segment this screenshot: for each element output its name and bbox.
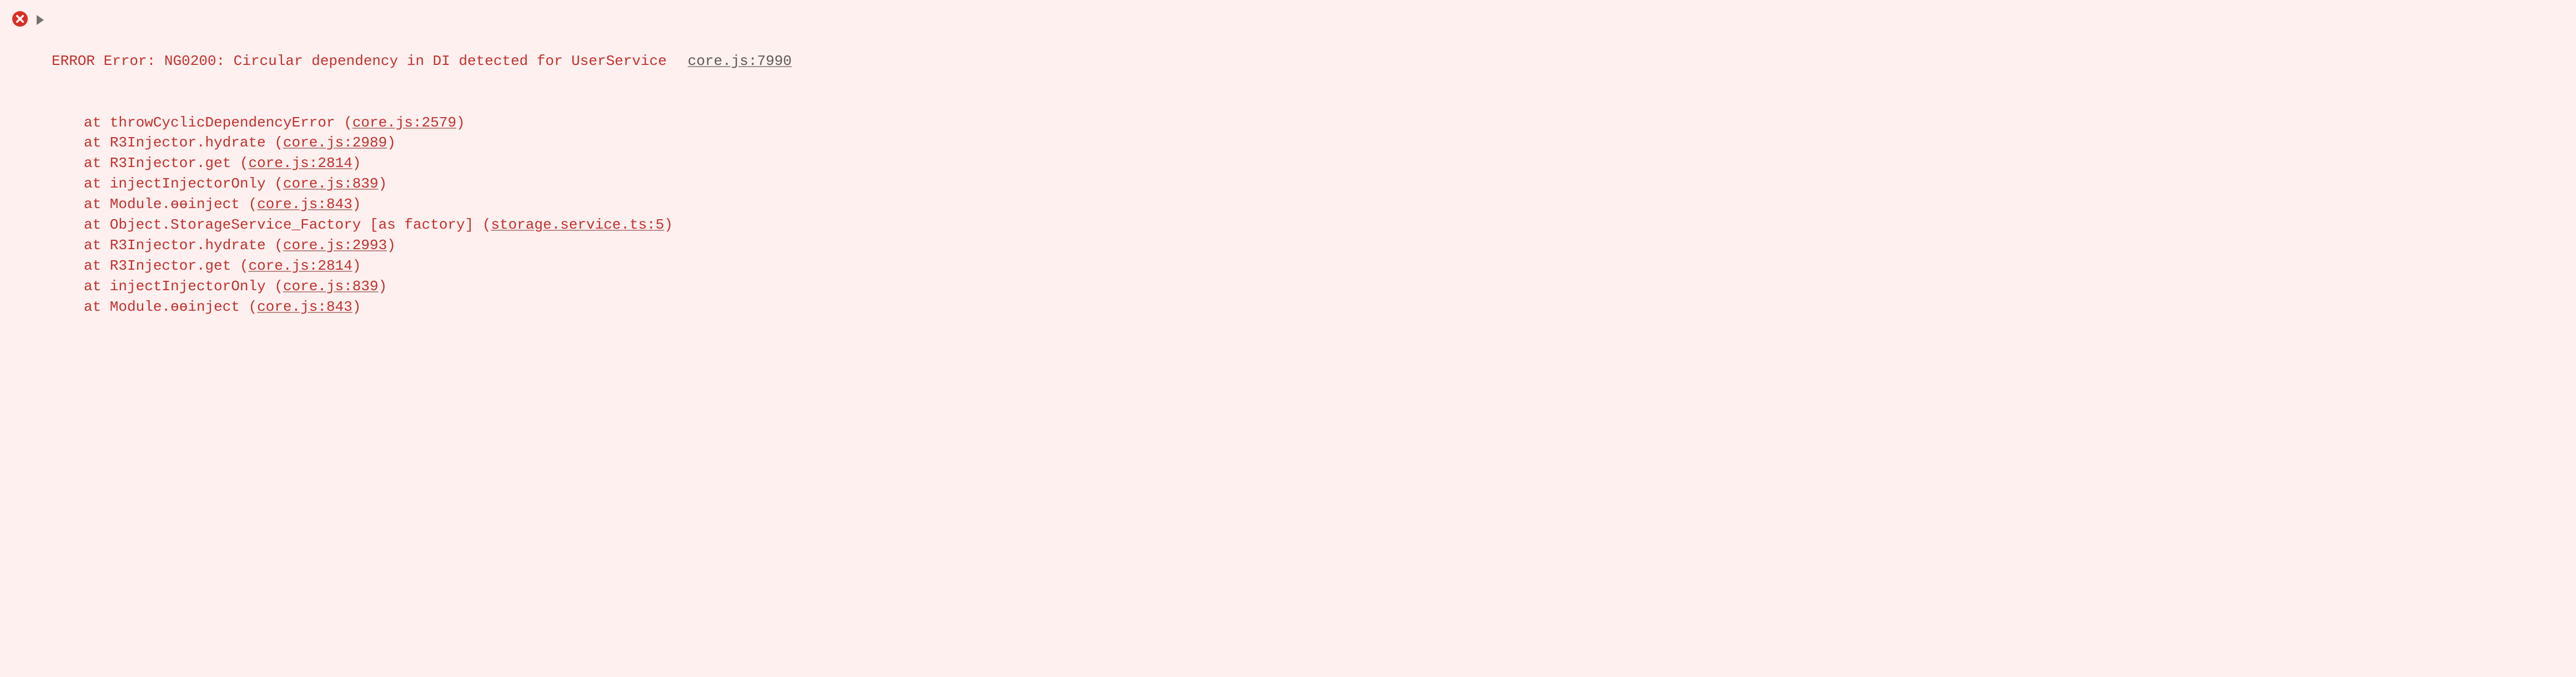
stack-frame: at R3Injector.get (core.js:2814) [52, 256, 2564, 276]
stack-frame: at throwCyclicDependencyError (core.js:2… [52, 113, 2564, 133]
stack-frame: at injectInjectorOnly (core.js:839) [52, 174, 2564, 194]
stack-frame-text: ) [353, 155, 361, 171]
stack-frame-text: ) [387, 237, 396, 254]
stack-frame-link[interactable]: core.js:839 [283, 278, 379, 295]
stack-frame-text: ) [456, 114, 465, 131]
stack-frame-link[interactable]: core.js:839 [283, 175, 379, 192]
stack-frame-text: at R3Injector.get ( [84, 155, 248, 171]
stack-frame: at injectInjectorOnly (core.js:839) [52, 276, 2564, 297]
stack-frame-text: at injectInjectorOnly ( [84, 278, 283, 295]
stack-frame-text: at R3Injector.hydrate ( [84, 134, 283, 151]
stack-frame-text: at R3Injector.hydrate ( [84, 237, 283, 254]
stack-frame-link[interactable]: core.js:2814 [248, 155, 352, 171]
stack-frame-link[interactable]: core.js:843 [257, 196, 353, 213]
stack-frame-text: ) [353, 257, 361, 274]
stack-frame: at R3Injector.hydrate (core.js:2993) [52, 235, 2564, 256]
stack-frame-link[interactable]: storage.service.ts:5 [491, 216, 664, 233]
stack-frame-text: at injectInjectorOnly ( [84, 175, 283, 192]
stack-frame-text: ) [664, 216, 673, 233]
stack-frame-text: ) [353, 299, 361, 315]
stack-frame: at R3Injector.hydrate (core.js:2989) [52, 133, 2564, 153]
error-icon [12, 11, 28, 27]
stack-frame-text: ) [379, 278, 388, 295]
stack-frame-text: at Object.StorageService_Factory [as fac… [84, 216, 491, 233]
stack-frame-text: ) [379, 175, 388, 192]
error-message: ERROR Error: NG0200: Circular dependency… [52, 51, 667, 72]
stack-frame: at Object.StorageService_Factory [as fac… [52, 215, 2564, 235]
stack-frame: at R3Injector.get (core.js:2814) [52, 153, 2564, 174]
stack-frame: at Module.ɵɵinject (core.js:843) [52, 297, 2564, 317]
stack-frame-link[interactable]: core.js:2814 [248, 257, 352, 274]
stack-frame-link[interactable]: core.js:2579 [353, 114, 456, 131]
stack-frame-link[interactable]: core.js:2989 [283, 134, 387, 151]
stack-frame-text: ) [353, 196, 361, 213]
expand-caret-icon[interactable] [37, 15, 44, 25]
stack-frame-text: at throwCyclicDependencyError ( [84, 114, 353, 131]
stack-frame-link[interactable]: core.js:2993 [283, 237, 387, 254]
stack-frame-text: ) [387, 134, 396, 151]
stack-frame-text: at R3Injector.get ( [84, 257, 248, 274]
stack-frame-link[interactable]: core.js:843 [257, 299, 353, 315]
stack-frame: at Module.ɵɵinject (core.js:843) [52, 194, 2564, 215]
console-error-entry: ERROR Error: NG0200: Circular dependency… [12, 10, 2564, 358]
source-link[interactable]: core.js:7990 [688, 51, 792, 72]
stack-frame-text: at Module.ɵɵinject ( [84, 196, 257, 213]
stack-frame-text: at Module.ɵɵinject ( [84, 299, 257, 315]
